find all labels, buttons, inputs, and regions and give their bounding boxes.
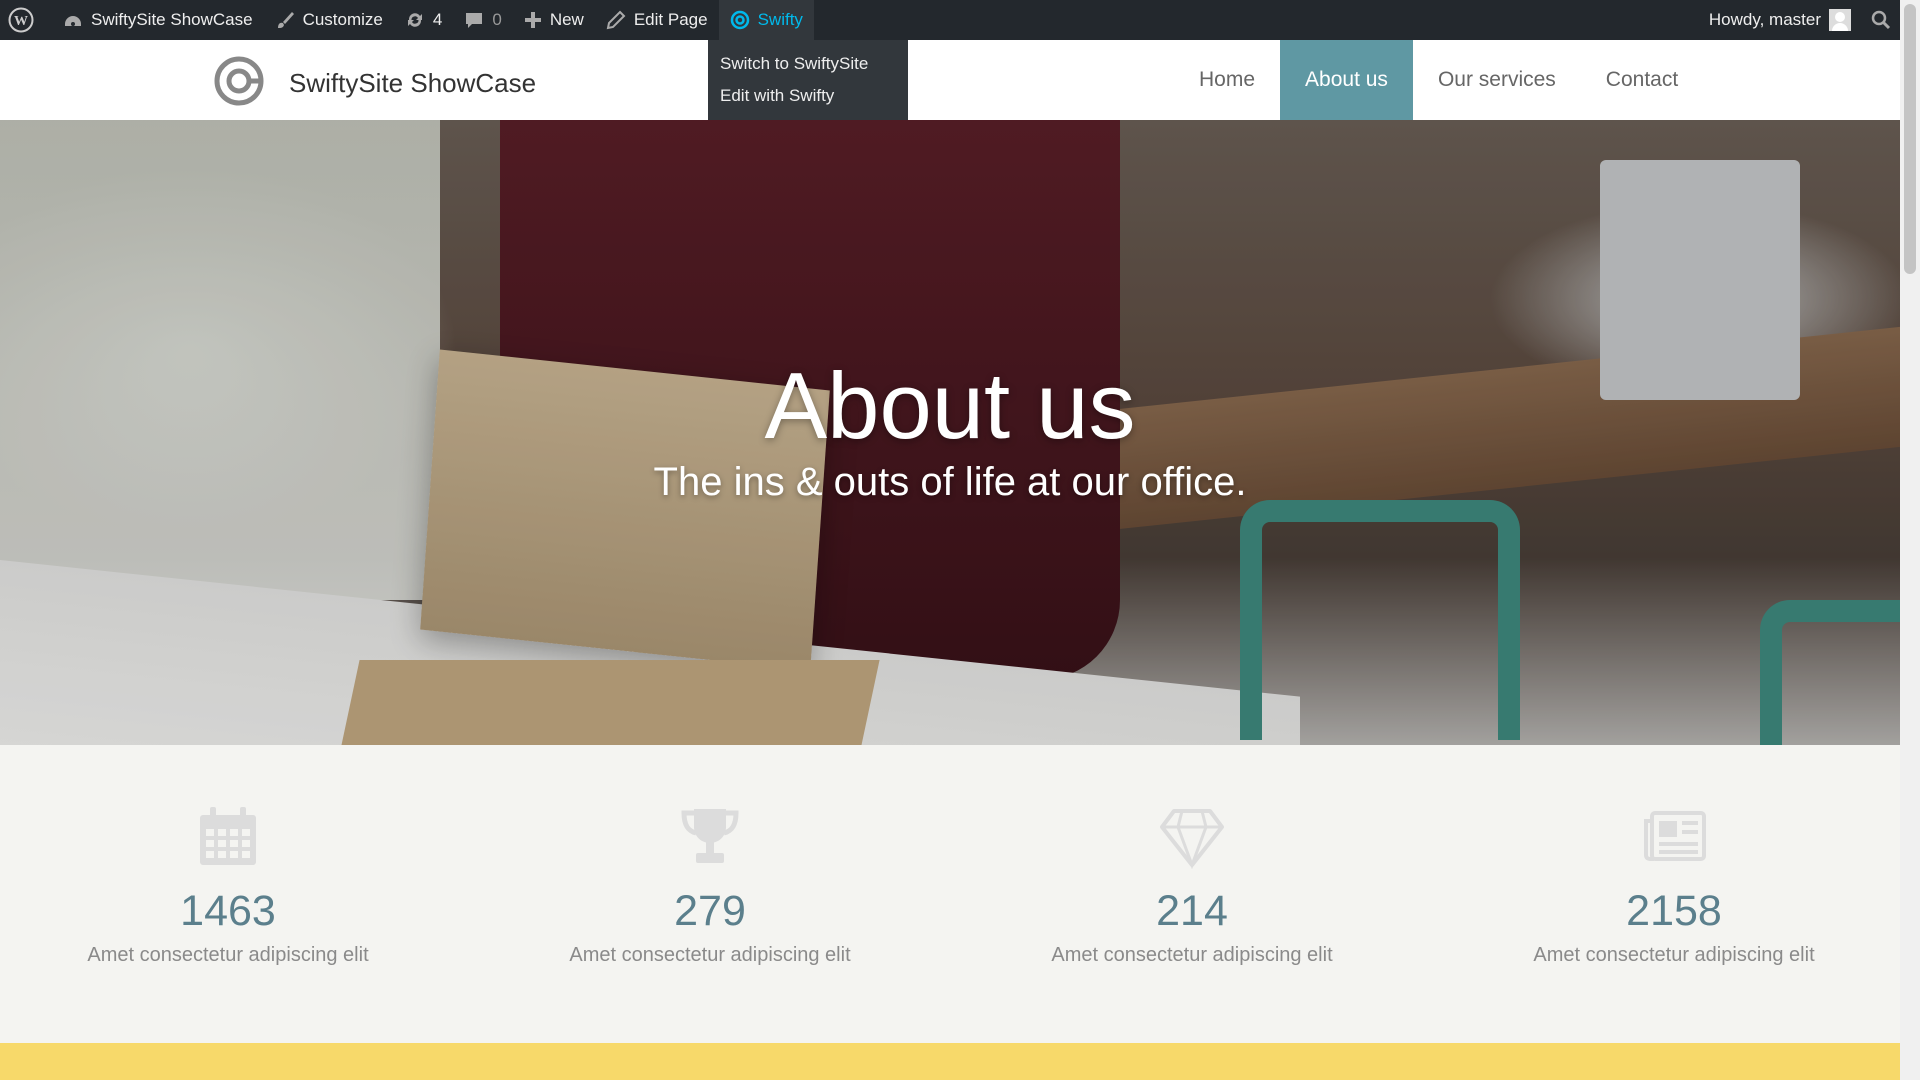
stat-value: 1463 xyxy=(180,887,276,935)
next-section-band xyxy=(0,1043,1900,1080)
stat-value: 279 xyxy=(674,887,746,935)
stat-item: 214 Amet consectetur adipiscing elit xyxy=(1002,805,1382,967)
hero-subtitle: The ins & outs of life at our office. xyxy=(653,460,1247,504)
trophy-icon xyxy=(681,809,739,863)
hero-title: About us xyxy=(764,353,1136,458)
dashboard-icon xyxy=(65,16,81,26)
stat-label: Amet consectetur adipiscing elit xyxy=(1051,944,1333,966)
new-content-menu[interactable]: New xyxy=(513,0,595,40)
page-scrollbar[interactable] xyxy=(1900,0,1920,1080)
swifty-dropdown: Switch to SwiftySite Edit with Swifty xyxy=(708,40,908,120)
customize-link[interactable]: Customize xyxy=(264,0,394,40)
customize-label: Customize xyxy=(302,10,383,29)
diamond-icon xyxy=(1160,809,1224,869)
stat-label: Amet consectetur adipiscing elit xyxy=(569,944,851,966)
stat-value: 2158 xyxy=(1626,887,1722,935)
stat-label: Amet consectetur adipiscing elit xyxy=(87,944,369,966)
greeting-label: Howdy, master xyxy=(1708,10,1821,29)
edit-page-link[interactable]: Edit Page xyxy=(595,0,719,40)
nav-contact[interactable]: Contact xyxy=(1581,40,1703,120)
comments-link[interactable]: 0 xyxy=(453,0,512,40)
main-nav: Home About us Our services Contact xyxy=(1174,40,1703,120)
brush-icon xyxy=(277,12,294,28)
svg-text:W: W xyxy=(14,14,28,29)
site-name-label: SwiftySite ShowCase xyxy=(91,10,253,29)
nav-about-us[interactable]: About us xyxy=(1280,40,1413,120)
scrollbar-thumb[interactable] xyxy=(1904,4,1916,274)
search-icon xyxy=(1871,10,1891,30)
newspaper-icon xyxy=(1644,811,1706,861)
search-button[interactable] xyxy=(1859,0,1905,40)
plus-icon xyxy=(524,12,541,28)
nav-our-services[interactable]: Our services xyxy=(1413,40,1581,120)
updates-icon xyxy=(407,13,422,27)
new-label: New xyxy=(549,10,584,29)
comments-count: 0 xyxy=(492,10,502,29)
stat-label: Amet consectetur adipiscing elit xyxy=(1533,944,1815,966)
calendar-icon xyxy=(200,807,256,865)
edit-with-swifty-item[interactable]: Edit with Swifty xyxy=(708,80,908,112)
wordpress-icon: W xyxy=(8,7,34,33)
site-header: SwiftySite ShowCase Home About us Our se… xyxy=(0,40,1900,120)
wordpress-logo-menu[interactable]: W xyxy=(0,0,52,40)
avatar xyxy=(1829,9,1851,31)
stat-item: 1463 Amet consectetur adipiscing elit xyxy=(38,805,418,967)
switch-to-swiftysite-item[interactable]: Switch to SwiftySite xyxy=(708,48,908,80)
admin-bar: W SwiftySite ShowCase Customize 4 0 New … xyxy=(0,0,1920,40)
nav-home[interactable]: Home xyxy=(1174,40,1280,120)
swifty-label: Swifty xyxy=(757,10,803,29)
site-name-menu[interactable]: SwiftySite ShowCase xyxy=(52,0,264,40)
updates-count: 4 xyxy=(432,10,443,29)
stat-item: 279 Amet consectetur adipiscing elit xyxy=(520,805,900,967)
swifty-menu[interactable]: Swifty xyxy=(718,0,814,40)
site-title[interactable]: SwiftySite ShowCase xyxy=(289,68,536,99)
comment-icon xyxy=(466,13,483,28)
site-logo-icon[interactable] xyxy=(213,55,265,107)
my-account-menu[interactable]: Howdy, master xyxy=(1701,0,1859,40)
edit-page-label: Edit Page xyxy=(633,10,708,29)
stat-value: 214 xyxy=(1156,887,1228,935)
pencil-icon xyxy=(606,10,626,30)
updates-link[interactable]: 4 xyxy=(394,0,453,40)
stat-item: 2158 Amet consectetur adipiscing elit xyxy=(1484,805,1864,967)
swifty-icon xyxy=(730,10,749,30)
stats-section: 1463 Amet consectetur adipiscing elit 27… xyxy=(0,745,1900,1043)
hero-banner: About us The ins & outs of life at our o… xyxy=(0,120,1900,745)
